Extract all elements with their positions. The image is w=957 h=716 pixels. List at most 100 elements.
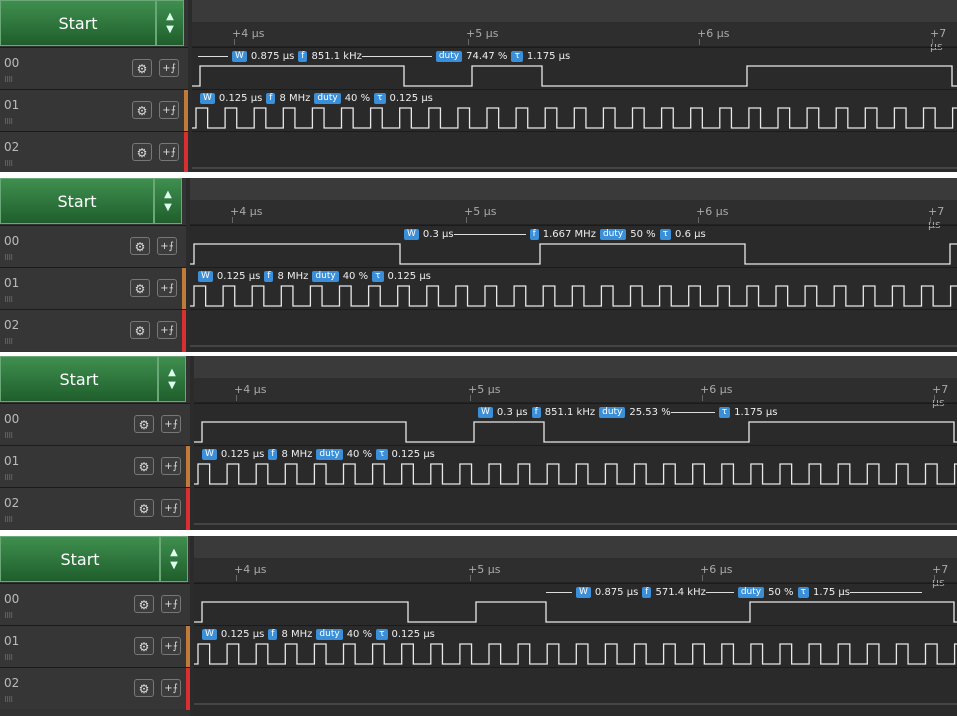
drag-handle-icon[interactable]: ⠿⠿ [4, 432, 13, 440]
channel-lane-00[interactable]: W 0.875 µs f 571.4 kHz duty 50 % τ 1.75 µs [194, 583, 957, 625]
channel-lane-01[interactable]: W 0.125 µs f 8 MHz duty 40 % τ 0.125 µs [194, 625, 957, 667]
drag-handle-icon[interactable]: ⠿⠿ [4, 118, 13, 126]
chevron-down-icon[interactable]: ▼ [164, 201, 172, 214]
channel-row-01[interactable]: 01 ⠿⠿ ⚙ +⨍ [0, 625, 190, 668]
channel-settings-button[interactable]: ⚙ [130, 279, 150, 297]
drag-handle-icon[interactable]: ⠿⠿ [4, 76, 13, 84]
trigger-settings-button[interactable]: +⨍ [157, 321, 177, 339]
channel-settings-button[interactable]: ⚙ [130, 321, 150, 339]
channel-lane-02[interactable] [192, 131, 957, 172]
waveform-view[interactable]: +4 µs +5 µs +6 µs +7 µs W 0.875 µs f 571.4 kHz d… [194, 536, 957, 716]
start-button[interactable]: Start [0, 356, 158, 402]
time-ruler[interactable]: +4 µs +5 µs +6 µs +7 µs [190, 200, 957, 231]
channel-lane-02[interactable] [190, 309, 957, 351]
channel-row-01[interactable]: 01 ⠿⠿ ⚙ +⨍ [0, 267, 186, 310]
channel-lane-00[interactable]: W 0.875 µs f 851.1 kHz duty 74.47 % τ 1.175 µs [192, 47, 957, 89]
waveform-view[interactable]: +4 µs +5 µs +6 µs +7 µs W 0.875 µs f 851.1 kHz d… [192, 0, 957, 172]
trigger-scroll-arrows[interactable]: ▲ ▼ [156, 0, 184, 46]
start-button[interactable]: Start [0, 536, 160, 582]
timeline-overview-bar[interactable] [192, 0, 957, 23]
chevron-up-icon[interactable]: ▲ [166, 10, 174, 23]
channel-settings-button[interactable]: ⚙ [134, 415, 154, 433]
chevron-up-icon[interactable]: ▲ [164, 188, 172, 201]
measurement-annotation[interactable]: W 0.125 µs f 8 MHz duty 40 % τ 0.125 µs [196, 92, 433, 104]
time-ruler[interactable]: +4 µs +5 µs +6 µs +7 µs [192, 22, 957, 53]
trigger-scroll-arrows[interactable]: ▲ ▼ [154, 178, 182, 224]
drag-handle-icon[interactable]: ⠿⠿ [4, 296, 13, 304]
measurement-annotation[interactable]: W 0.125 µs f 8 MHz duty 40 % τ 0.125 µs [194, 270, 431, 282]
channel-row-01[interactable]: 01 ⠿⠿ ⚙ +⨍ [0, 89, 188, 132]
channel-row-02[interactable]: 02 ⠿⠿ ⚙ +⨍ [0, 309, 186, 352]
trigger-settings-button[interactable]: +⨍ [161, 499, 181, 517]
trigger-settings-button[interactable]: +⨍ [161, 679, 181, 697]
drag-handle-icon[interactable]: ⠿⠿ [4, 612, 13, 620]
trigger-settings-button[interactable]: +⨍ [161, 595, 181, 613]
channel-settings-button[interactable]: ⚙ [132, 143, 152, 161]
channel-row-00[interactable]: 00 ⠿⠿ ⚙ +⨍ [0, 47, 188, 89]
measurement-annotation[interactable]: W 0.3 µs f 1.667 MHz duty 50 % τ 0.6 µs [400, 228, 706, 240]
measurement-annotation[interactable]: W 0.3 µs f 851.1 kHz duty 25.53 % τ 1.175 µs [474, 406, 778, 418]
trigger-settings-button[interactable]: +⨍ [161, 637, 181, 655]
drag-handle-icon[interactable]: ⠿⠿ [4, 654, 13, 662]
drag-handle-icon[interactable]: ⠿⠿ [4, 254, 13, 262]
start-button[interactable]: Start [0, 178, 154, 224]
chevron-up-icon[interactable]: ▲ [168, 366, 176, 379]
timeline-overview-bar[interactable] [194, 356, 957, 379]
channel-settings-button[interactable]: ⚙ [134, 637, 154, 655]
waveform-view[interactable]: +4 µs +5 µs +6 µs +7 µs W 0.3 µs f 1.667 MHz dut… [190, 178, 957, 352]
channel-row-00[interactable]: 00 ⠿⠿ ⚙ +⨍ [0, 403, 190, 445]
chevron-down-icon[interactable]: ▼ [170, 559, 178, 572]
start-button[interactable]: Start [0, 0, 156, 46]
trigger-settings-button[interactable]: +⨍ [159, 143, 179, 161]
channel-row-02[interactable]: 02 ⠿⠿ ⚙ +⨍ [0, 131, 188, 172]
trigger-settings-button[interactable]: +⨍ [159, 101, 179, 119]
time-ruler[interactable]: +4 µs +5 µs +6 µs +7 µs [194, 558, 957, 589]
chevron-up-icon[interactable]: ▲ [170, 546, 178, 559]
signal-trace [192, 107, 957, 129]
channel-lane-01[interactable]: W 0.125 µs f 8 MHz duty 40 % τ 0.125 µs [190, 267, 957, 309]
channel-row-00[interactable]: 00 ⠿⠿ ⚙ +⨍ [0, 583, 190, 625]
channel-lane-01[interactable]: W 0.125 µs f 8 MHz duty 40 % τ 0.125 µs [192, 89, 957, 131]
channel-settings-button[interactable]: ⚙ [132, 59, 152, 77]
channel-row-00[interactable]: 00 ⠿⠿ ⚙ +⨍ [0, 225, 186, 267]
channel-settings-button[interactable]: ⚙ [132, 101, 152, 119]
channel-lane-01[interactable]: W 0.125 µs f 8 MHz duty 40 % τ 0.125 µs [194, 445, 957, 487]
channel-settings-button[interactable]: ⚙ [134, 457, 154, 475]
channel-lane-02[interactable] [194, 487, 957, 529]
timeline-overview-bar[interactable] [190, 178, 957, 201]
channel-row-01[interactable]: 01 ⠿⠿ ⚙ +⨍ [0, 445, 190, 488]
channel-number: 02 [4, 496, 20, 510]
channel-settings-button[interactable]: ⚙ [134, 499, 154, 517]
trigger-settings-button[interactable]: +⨍ [159, 59, 179, 77]
measurement-annotation[interactable]: W 0.875 µs f 851.1 kHz duty 74.47 % τ 1.175 µs [198, 50, 570, 62]
trigger-settings-button[interactable]: +⨍ [157, 237, 177, 255]
channel-lane-00[interactable]: W 0.3 µs f 851.1 kHz duty 25.53 % τ 1.175 µs [194, 403, 957, 445]
time-tick-mark [932, 39, 933, 45]
drag-handle-icon[interactable]: ⠿⠿ [4, 696, 13, 704]
drag-handle-icon[interactable]: ⠿⠿ [4, 160, 13, 168]
drag-handle-icon[interactable]: ⠿⠿ [4, 474, 13, 482]
trigger-settings-button[interactable]: +⨍ [161, 415, 181, 433]
chevron-down-icon[interactable]: ▼ [168, 379, 176, 392]
waveform-view[interactable]: +4 µs +5 µs +6 µs +7 µs W 0.3 µs f 851.1 kHz dut… [194, 356, 957, 530]
channel-row-02[interactable]: 02 ⠿⠿ ⚙ +⨍ [0, 487, 190, 530]
channel-settings-button[interactable]: ⚙ [130, 237, 150, 255]
channel-lane-02[interactable] [194, 667, 957, 709]
channel-row-02[interactable]: 02 ⠿⠿ ⚙ +⨍ [0, 667, 190, 710]
time-ruler[interactable]: +4 µs +5 µs +6 µs +7 µs [194, 378, 957, 409]
trigger-scroll-arrows[interactable]: ▲ ▼ [160, 536, 188, 582]
measurement-annotation[interactable]: W 0.875 µs f 571.4 kHz duty 50 % τ 1.75 µs [546, 586, 922, 598]
channel-lane-00[interactable]: W 0.3 µs f 1.667 MHz duty 50 % τ 0.6 µs [190, 225, 957, 267]
timeline-overview-bar[interactable] [194, 536, 957, 559]
measurement-value-duty: 40 % [344, 92, 371, 104]
trigger-settings-button[interactable]: +⨍ [161, 457, 181, 475]
channel-settings-button[interactable]: ⚙ [134, 679, 154, 697]
measurement-annotation[interactable]: W 0.125 µs f 8 MHz duty 40 % τ 0.125 µs [198, 628, 435, 640]
drag-handle-icon[interactable]: ⠿⠿ [4, 338, 13, 346]
trigger-scroll-arrows[interactable]: ▲ ▼ [158, 356, 186, 402]
channel-settings-button[interactable]: ⚙ [134, 595, 154, 613]
chevron-down-icon[interactable]: ▼ [166, 23, 174, 36]
drag-handle-icon[interactable]: ⠿⠿ [4, 516, 13, 524]
trigger-settings-button[interactable]: +⨍ [157, 279, 177, 297]
measurement-annotation[interactable]: W 0.125 µs f 8 MHz duty 40 % τ 0.125 µs [198, 448, 435, 460]
